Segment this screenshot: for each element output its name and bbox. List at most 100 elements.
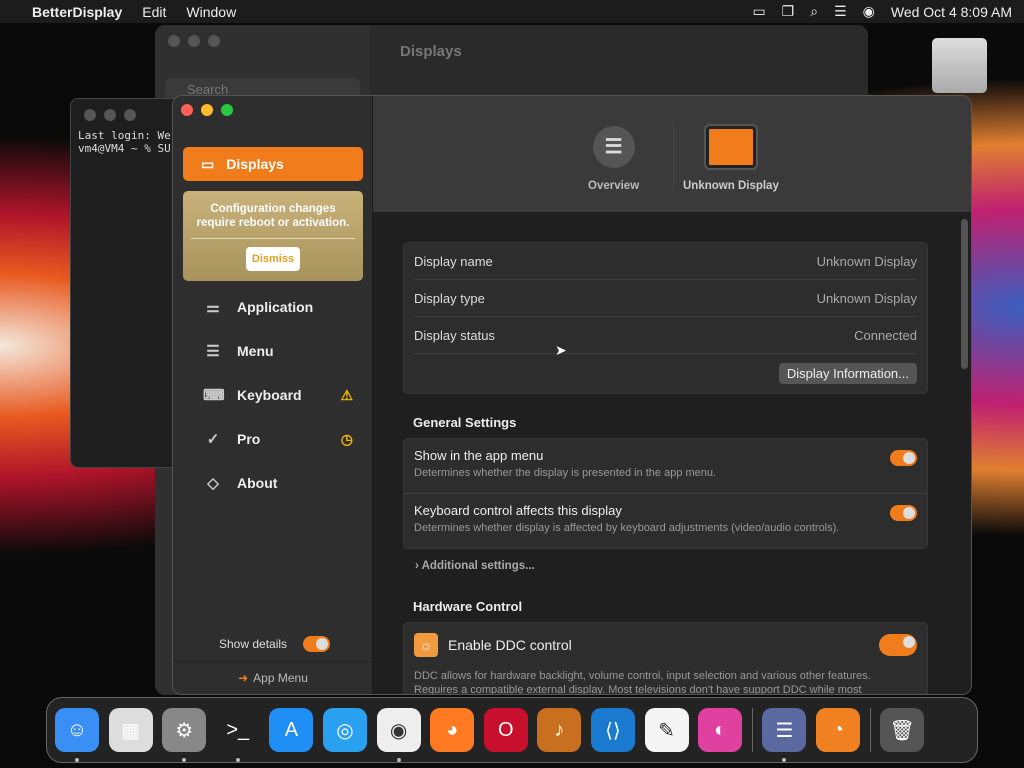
dock-trash-icon[interactable]: 🗑: [880, 708, 925, 752]
dock-terminal-icon[interactable]: >_: [215, 708, 260, 762]
sidebar: ▭ Displays Configuration changes require …: [173, 96, 373, 694]
additional-settings-disclosure[interactable]: › Additional settings...: [415, 560, 535, 572]
sidebar-item-displays[interactable]: ▭ Displays: [183, 147, 363, 181]
dock-garageband-icon[interactable]: ♪: [537, 708, 582, 752]
arrow-circle-icon: ➜: [238, 671, 249, 685]
terminal-text: Last login: We vm4@VM4 ~ % SU: [78, 129, 171, 155]
setting-desc: Determines whether the display is presen…: [414, 467, 717, 479]
dock-chrome-icon[interactable]: ◉: [376, 708, 421, 762]
search-icon[interactable]: ⌕: [810, 3, 818, 20]
siri-icon[interactable]: ◉: [863, 3, 875, 20]
close-button[interactable]: [181, 104, 193, 116]
tab-label: Unknown Display: [683, 180, 779, 192]
list-icon: ☰: [592, 126, 635, 168]
screens-icon[interactable]: ❐: [782, 3, 795, 20]
sidebar-item-label: Pro: [237, 431, 261, 447]
settings-window: ▭ Displays Configuration changes require …: [172, 95, 972, 695]
display-thumbnail-icon: [705, 126, 756, 168]
menu-edit[interactable]: Edit: [142, 4, 166, 20]
sidebar-item-label: Keyboard: [237, 387, 302, 403]
dock: ☺ ▦ ⚙ >_ A ◎ ◉ ◕ O ♪ ⟨⟩ ✎ ◐ ☰ ◔ 🗑: [46, 697, 978, 763]
display-tabs: ☰ Overview Unknown Display: [373, 96, 971, 213]
dock-betterdisplay-icon[interactable]: ☰: [762, 708, 807, 762]
tab-overview[interactable]: ☰ Overview: [588, 126, 639, 192]
clock-badge-icon: ◷: [340, 430, 353, 447]
app-menu-label: App Menu: [253, 671, 308, 685]
general-card: Show in the app menu Determines whether t…: [403, 438, 928, 549]
scrollbar[interactable]: [961, 219, 968, 369]
info-row: Display status Connected: [414, 317, 917, 354]
display-icon[interactable]: ▭: [752, 3, 765, 20]
app-menu-button[interactable]: ➜ App Menu: [173, 661, 373, 694]
app-menu-name[interactable]: BetterDisplay: [32, 4, 122, 20]
keyboard-icon: ⌨: [203, 387, 225, 404]
dock-blender-icon[interactable]: ◔: [815, 708, 860, 752]
sidebar-item-pro[interactable]: ✓ Pro ◷: [203, 430, 353, 449]
menu-window[interactable]: Window: [186, 4, 236, 20]
notice-text: Configuration changes require reboot or …: [196, 203, 350, 229]
disk-icon[interactable]: [932, 38, 987, 93]
info-key: Display name: [414, 253, 493, 269]
setting-title: Keyboard control affects this display: [414, 503, 622, 518]
info-key: Display status: [414, 327, 495, 343]
dock-pixelmator-icon[interactable]: ◐: [698, 708, 743, 752]
dismiss-button[interactable]: Dismiss: [245, 247, 301, 271]
sidebar-item-label: Displays: [226, 156, 284, 172]
menu-icon: ☰: [206, 343, 220, 360]
info-value: Unknown Display: [816, 290, 917, 306]
chevron-right-icon: ›: [415, 560, 419, 572]
checkmark-seal-icon: ✓: [206, 431, 220, 448]
show-details: Show details: [219, 636, 331, 652]
dock-launchpad-icon[interactable]: ▦: [108, 708, 153, 752]
dock-separator: [751, 708, 753, 752]
zoom-button[interactable]: [221, 104, 233, 116]
info-key: Display type: [414, 290, 485, 306]
displays-icon: ▭: [201, 155, 215, 172]
ddc-icon: ☼: [414, 633, 438, 657]
mouse-cursor: ➤: [555, 342, 567, 358]
minimize-button[interactable]: [201, 104, 213, 116]
clock[interactable]: Wed Oct 4 8:09 AM: [891, 4, 1012, 20]
sidebar-item-about[interactable]: ◇ About: [203, 474, 353, 492]
keyboard-control-toggle[interactable]: [890, 505, 917, 521]
toggles-icon: ⚌: [206, 299, 220, 316]
warning-icon: ⚠: [340, 386, 353, 403]
info-value: Connected: [854, 327, 917, 343]
control-center-icon[interactable]: ☰: [834, 3, 847, 20]
menu-bar: BetterDisplay Edit Window ▭ ❐ ⌕ ☰ ◉ Wed Oct 4…: [0, 0, 1024, 23]
dock-opera-icon[interactable]: O: [483, 708, 528, 752]
ddc-label: Enable DDC control: [448, 637, 572, 653]
hardware-control-heading: Hardware Control: [413, 599, 523, 614]
sidebar-item-label: Application: [237, 299, 314, 315]
show-details-label: Show details: [219, 637, 288, 651]
tab-unknown-display[interactable]: Unknown Display: [683, 126, 779, 192]
ddc-desc: DDC allows for hardware backlight, volum…: [414, 670, 871, 682]
show-details-toggle[interactable]: [303, 636, 331, 652]
general-settings-heading: General Settings: [413, 415, 517, 430]
dock-vs-code-icon[interactable]: ⟨⟩: [590, 708, 635, 752]
terminal-window[interactable]: Last login: We vm4@VM4 ~ % SU: [70, 98, 185, 468]
bg-title: Displays: [400, 43, 462, 60]
sidebar-item-menu[interactable]: ☰ Menu: [203, 342, 353, 360]
sidebar-item-application[interactable]: ⚌ Application: [203, 298, 353, 316]
additional-settings-label: Additional settings...: [421, 560, 535, 572]
dock-system-settings-icon[interactable]: ⚙: [162, 708, 207, 762]
config-notice: Configuration changes require reboot or …: [183, 191, 363, 281]
sidebar-item-label: Menu: [237, 343, 274, 359]
info-value: Unknown Display: [816, 253, 917, 269]
display-settings: Display name Unknown Display Display type…: [373, 214, 971, 694]
dock-app-store-icon[interactable]: A: [269, 708, 314, 752]
display-information-button[interactable]: Display Information...: [778, 363, 917, 384]
ddc-desc: Requires a compatible external display. …: [414, 684, 862, 695]
sidebar-item-label: About: [237, 475, 278, 491]
setting-desc: Determines whether display is affected b…: [414, 522, 840, 534]
sidebar-item-keyboard[interactable]: ⌨ Keyboard ⚠: [203, 386, 353, 405]
tag-icon: ◇: [207, 475, 219, 492]
dock-finder-icon[interactable]: ☺: [55, 708, 99, 762]
dock-firefox-icon[interactable]: ◕: [430, 708, 475, 752]
show-in-app-menu-toggle[interactable]: [890, 450, 917, 466]
ddc-card: ☼ Enable DDC control DDC allows for hardw…: [403, 622, 928, 695]
dock-textedit-icon[interactable]: ✎: [644, 708, 689, 752]
ddc-toggle[interactable]: [879, 634, 917, 656]
dock-safari-icon[interactable]: ◎: [322, 708, 367, 752]
